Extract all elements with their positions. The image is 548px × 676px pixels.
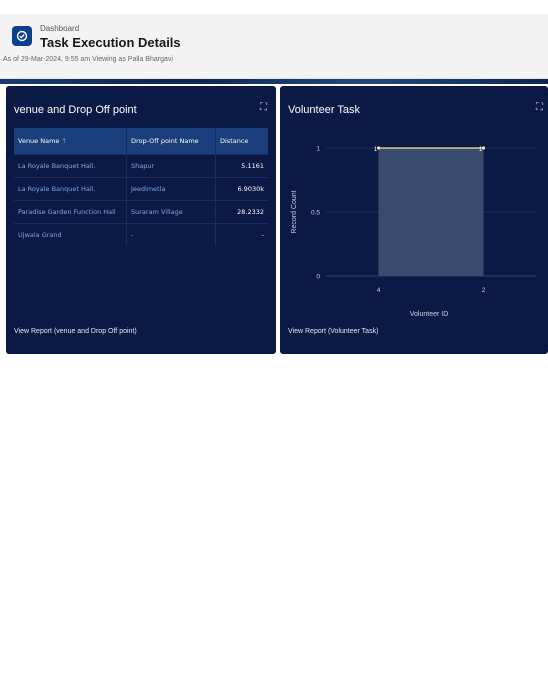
- table-row: La Royale Banquet Hall. Shapur 5.1161: [14, 154, 268, 178]
- column-header-distance[interactable]: Distance: [215, 128, 268, 155]
- expand-icon[interactable]: ⛶: [536, 102, 543, 113]
- y-tick-label: 0.5: [311, 210, 320, 217]
- dashboard-header: Dashboard Task Execution Details As of 2…: [0, 14, 548, 79]
- x-axis-label: Volunteer ID: [410, 311, 449, 318]
- dropoff-name-link[interactable]: Jeedimetla: [126, 177, 216, 201]
- expand-icon[interactable]: ⛶: [260, 102, 267, 113]
- y-tick-label: 0: [316, 274, 320, 281]
- distance-cell: 28.2332: [215, 200, 268, 224]
- x-tick-label: 4: [377, 287, 381, 294]
- venue-name-link[interactable]: La Royale Banquet Hall.: [14, 177, 127, 201]
- data-point[interactable]: [376, 146, 381, 150]
- distance-cell: -: [215, 223, 268, 246]
- venue-name-link[interactable]: La Royale Banquet Hall.: [14, 154, 127, 178]
- dropoff-name-link[interactable]: Shapur: [126, 154, 216, 178]
- distance-cell: 5.1161: [215, 154, 268, 178]
- table-row: Paradise Garden Function Hall Suraram Vi…: [14, 200, 268, 224]
- venue-dropoff-panel: venue and Drop Off point ⛶ Venue Name ↑ …: [6, 86, 276, 354]
- table-row: Ujwala Grand - -: [14, 223, 268, 246]
- table-row: La Royale Banquet Hall. Jeedimetla 6.903…: [14, 177, 268, 201]
- column-label: Venue Name: [18, 137, 60, 145]
- dropoff-name-link[interactable]: -: [126, 223, 216, 246]
- volunteer-task-panel: Volunteer Task ⛶ Record Count Volunteer …: [280, 86, 548, 354]
- data-point[interactable]: [481, 146, 486, 150]
- volunteer-chart: Record Count Volunteer ID 1412 00.51: [291, 146, 536, 318]
- page-title: Task Execution Details: [40, 35, 181, 50]
- y-tick-label: 1: [316, 146, 320, 153]
- panel-title: venue and Drop Off point: [14, 104, 137, 116]
- venue-table: Venue Name ↑ Drop-Off point Name Distanc…: [14, 128, 268, 246]
- as-of-text: As of 29-Mar-2024, 9:55 am Viewing as Pa…: [3, 56, 173, 63]
- column-header-dropoff[interactable]: Drop-Off point Name: [126, 128, 216, 155]
- y-axis-label: Record Count: [291, 190, 298, 233]
- view-report-link[interactable]: View Report (venue and Drop Off point): [14, 328, 137, 335]
- x-tick-label: 2: [482, 287, 486, 294]
- bar[interactable]: [378, 148, 484, 276]
- distance-cell: 6.9030k: [215, 177, 268, 201]
- venue-name-link[interactable]: Paradise Garden Function Hall: [14, 200, 127, 224]
- venue-name-link[interactable]: Ujwala Grand: [14, 223, 127, 246]
- dashboard-icon: [12, 26, 32, 46]
- sort-arrow-icon: ↑: [61, 137, 67, 145]
- header-decoration: [0, 79, 548, 84]
- breadcrumb[interactable]: Dashboard: [40, 24, 79, 33]
- dropoff-name-link[interactable]: Suraram Village: [126, 200, 216, 224]
- column-header-venue-name[interactable]: Venue Name ↑: [14, 128, 127, 155]
- view-report-link[interactable]: View Report (Volunteer Task): [288, 328, 378, 335]
- panel-title: Volunteer Task: [288, 104, 360, 116]
